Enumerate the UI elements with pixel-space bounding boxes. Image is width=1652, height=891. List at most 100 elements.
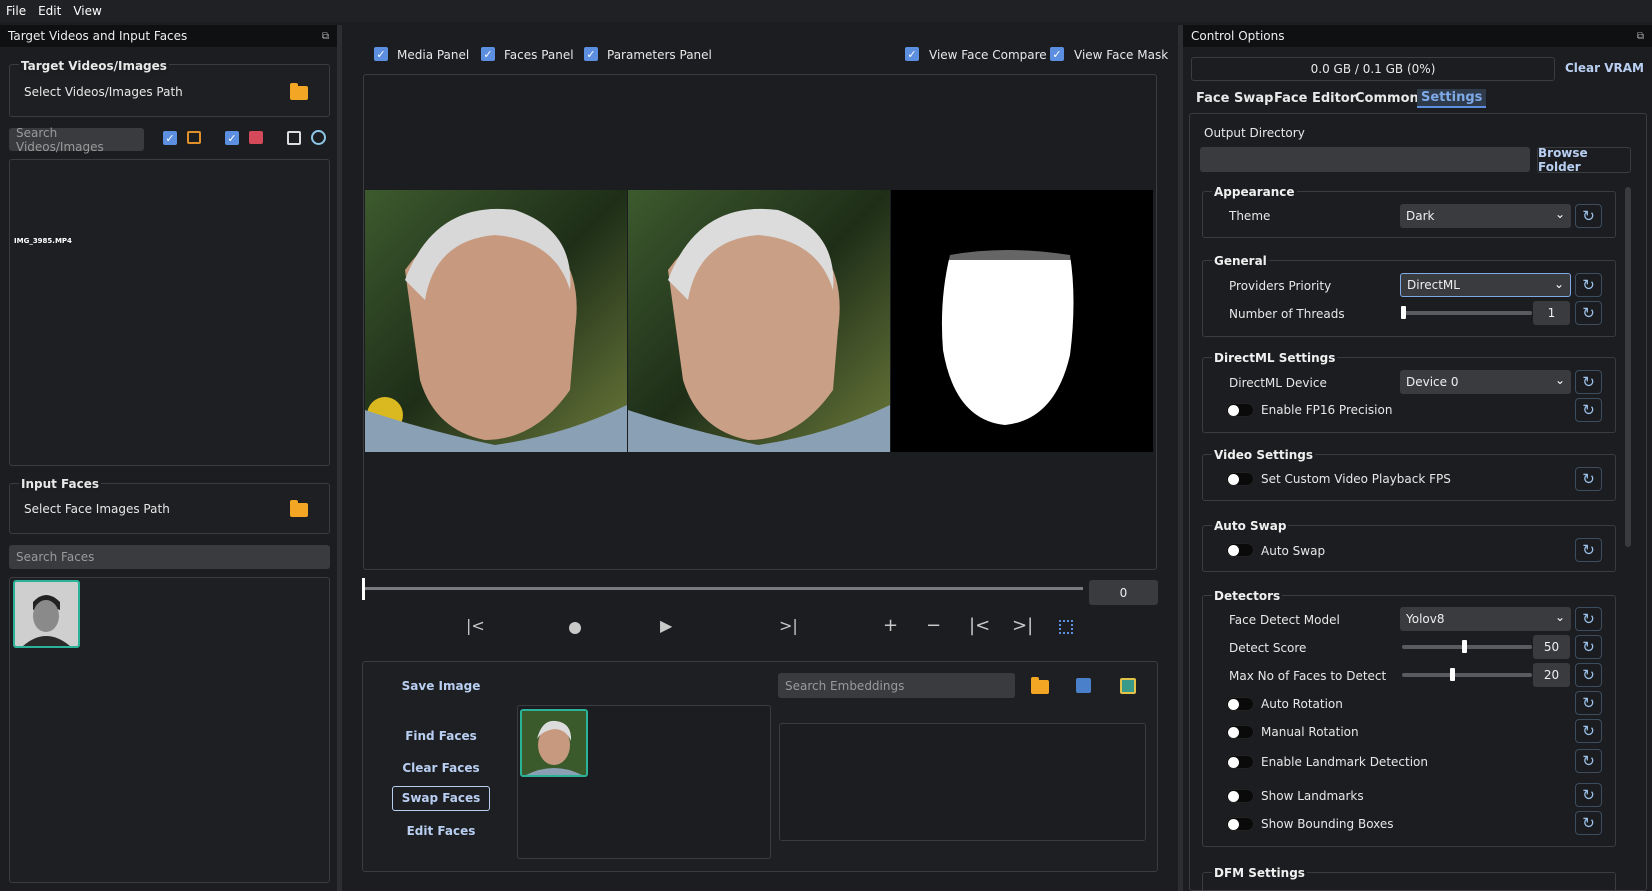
record-icon[interactable] — [569, 622, 581, 634]
target-media-list[interactable] — [9, 159, 330, 466]
show-landmarks-toggle[interactable] — [1226, 789, 1254, 803]
faces-panel-checkbox[interactable]: ✓ — [481, 47, 495, 61]
tab-settings[interactable]: Settings — [1417, 89, 1487, 108]
reset-icon[interactable]: ↻ — [1575, 663, 1602, 687]
threads-label: Number of Threads — [1229, 307, 1345, 321]
browse-folder-button[interactable]: Browse Folder — [1537, 146, 1631, 174]
reset-icon[interactable]: ↻ — [1575, 370, 1602, 394]
filter-webcam-checkbox[interactable] — [287, 131, 301, 145]
timeline-handle[interactable] — [362, 578, 365, 600]
splitter-right[interactable] — [1178, 25, 1183, 891]
float-icon[interactable]: ⧉ — [1637, 31, 1644, 42]
next-marker-icon[interactable]: >| — [1012, 615, 1033, 636]
reset-icon[interactable]: ↻ — [1575, 301, 1602, 325]
search-faces-input[interactable]: Search Faces — [9, 545, 330, 569]
output-directory-input[interactable] — [1200, 147, 1530, 172]
reset-icon[interactable]: ↻ — [1575, 749, 1602, 773]
detect-score-handle[interactable] — [1462, 640, 1467, 653]
next-frame-icon[interactable]: >| — [779, 616, 798, 635]
embeddings-list — [779, 723, 1146, 841]
splitter-left[interactable] — [337, 25, 342, 891]
prev-marker-icon[interactable]: |< — [969, 615, 990, 636]
tab-face-editor[interactable]: Face Editor — [1274, 91, 1356, 106]
media-item-label[interactable]: IMG_3985.MP4 — [14, 237, 72, 245]
reset-icon[interactable]: ↻ — [1575, 204, 1602, 228]
menu-view[interactable]: View — [73, 4, 101, 18]
folder-icon[interactable] — [290, 500, 308, 517]
remove-marker-icon[interactable]: − — [926, 615, 941, 636]
reset-icon[interactable]: ↻ — [1575, 719, 1602, 743]
scrollbar[interactable] — [1625, 187, 1631, 547]
reset-icon[interactable]: ↻ — [1575, 538, 1602, 562]
add-marker-icon[interactable]: + — [883, 615, 898, 636]
reset-icon[interactable]: ↻ — [1575, 398, 1602, 422]
save-as-embeddings-icon[interactable] — [1120, 678, 1136, 694]
parameters-panel-checkbox[interactable]: ✓ — [584, 47, 598, 61]
threads-slider[interactable] — [1402, 311, 1532, 315]
tab-common[interactable]: Common — [1355, 91, 1419, 106]
show-boxes-toggle[interactable] — [1226, 817, 1254, 831]
webcam-icon — [311, 130, 326, 145]
reset-icon[interactable]: ↻ — [1575, 607, 1602, 631]
max-faces-handle[interactable] — [1450, 668, 1455, 681]
edit-faces-button[interactable]: Edit Faces — [398, 824, 484, 838]
reset-icon[interactable]: ↻ — [1575, 783, 1602, 807]
clear-vram-button[interactable]: Clear VRAM — [1562, 61, 1647, 75]
prev-frame-icon[interactable]: |< — [466, 616, 485, 635]
frame-number-input[interactable]: 0 — [1089, 580, 1158, 605]
media-panel-checkbox[interactable]: ✓ — [374, 47, 388, 61]
save-embeddings-icon[interactable] — [1076, 678, 1091, 693]
tab-face-swap[interactable]: Face Swap — [1196, 91, 1273, 106]
directml-device-select[interactable]: Device 0 ⌄ — [1400, 370, 1571, 394]
select-faces-label: Select Face Images Path — [24, 502, 170, 516]
threads-value[interactable]: 1 — [1533, 301, 1570, 325]
folder-icon[interactable] — [290, 83, 308, 100]
reset-icon[interactable]: ↻ — [1575, 811, 1602, 835]
input-faces-title: Input Faces — [19, 477, 102, 491]
save-image-button[interactable]: Save Image — [398, 679, 484, 693]
timeline-slider[interactable] — [362, 587, 1083, 590]
threads-slider-handle[interactable] — [1401, 306, 1406, 319]
auto-swap-label: Auto Swap — [1261, 544, 1326, 558]
max-faces-value[interactable]: 20 — [1533, 663, 1570, 687]
filter-videos-checkbox[interactable]: ✓ — [225, 131, 239, 145]
find-faces-button[interactable]: Find Faces — [398, 729, 484, 743]
preview-strip — [365, 190, 1153, 452]
reset-icon[interactable]: ↻ — [1575, 691, 1602, 715]
max-faces-slider[interactable] — [1402, 673, 1532, 677]
detect-score-slider[interactable] — [1402, 645, 1532, 649]
view-compare-checkbox[interactable]: ✓ — [905, 47, 919, 61]
face-detect-model-select[interactable]: Yolov8 ⌄ — [1400, 607, 1571, 631]
reset-icon[interactable]: ↻ — [1575, 635, 1602, 659]
filter-images-checkbox[interactable]: ✓ — [163, 131, 177, 145]
float-icon[interactable]: ⧉ — [322, 31, 329, 42]
reset-icon[interactable]: ↻ — [1575, 273, 1602, 297]
custom-fps-toggle[interactable] — [1226, 472, 1254, 486]
found-face-thumbnail[interactable] — [520, 709, 588, 777]
menu-file[interactable]: File — [6, 4, 26, 18]
fit-view-icon[interactable] — [1059, 620, 1073, 634]
detect-score-value[interactable]: 50 — [1533, 635, 1570, 659]
play-icon[interactable]: ▶ — [660, 616, 672, 635]
auto-swap-toggle[interactable] — [1226, 543, 1254, 557]
fp16-toggle[interactable] — [1226, 403, 1254, 417]
landmark-detection-toggle[interactable] — [1226, 755, 1254, 769]
max-faces-label: Max No of Faces to Detect — [1229, 669, 1387, 683]
clear-faces-button[interactable]: Clear Faces — [398, 761, 484, 775]
menu-edit[interactable]: Edit — [38, 4, 61, 18]
right-dock-title: Control Options — [1191, 29, 1285, 43]
folder-icon[interactable] — [1031, 677, 1049, 694]
search-videos-input[interactable]: Search Videos/Images — [9, 126, 144, 154]
manual-rotation-toggle[interactable] — [1226, 725, 1254, 739]
model-value: Yolov8 — [1406, 612, 1445, 626]
directml-title: DirectML Settings — [1212, 351, 1338, 365]
theme-select[interactable]: Dark ⌄ — [1400, 204, 1571, 228]
auto-rotation-toggle[interactable] — [1226, 697, 1254, 711]
reset-icon[interactable]: ↻ — [1575, 467, 1602, 491]
input-face-thumbnail[interactable] — [13, 580, 80, 648]
providers-select[interactable]: DirectML ⌄ — [1400, 273, 1571, 297]
search-embeddings-input[interactable]: Search Embeddings — [778, 673, 1015, 698]
chevron-down-icon: ⌄ — [1554, 610, 1565, 624]
view-mask-checkbox[interactable]: ✓ — [1050, 47, 1064, 61]
swap-faces-button[interactable]: Swap Faces — [392, 786, 490, 811]
